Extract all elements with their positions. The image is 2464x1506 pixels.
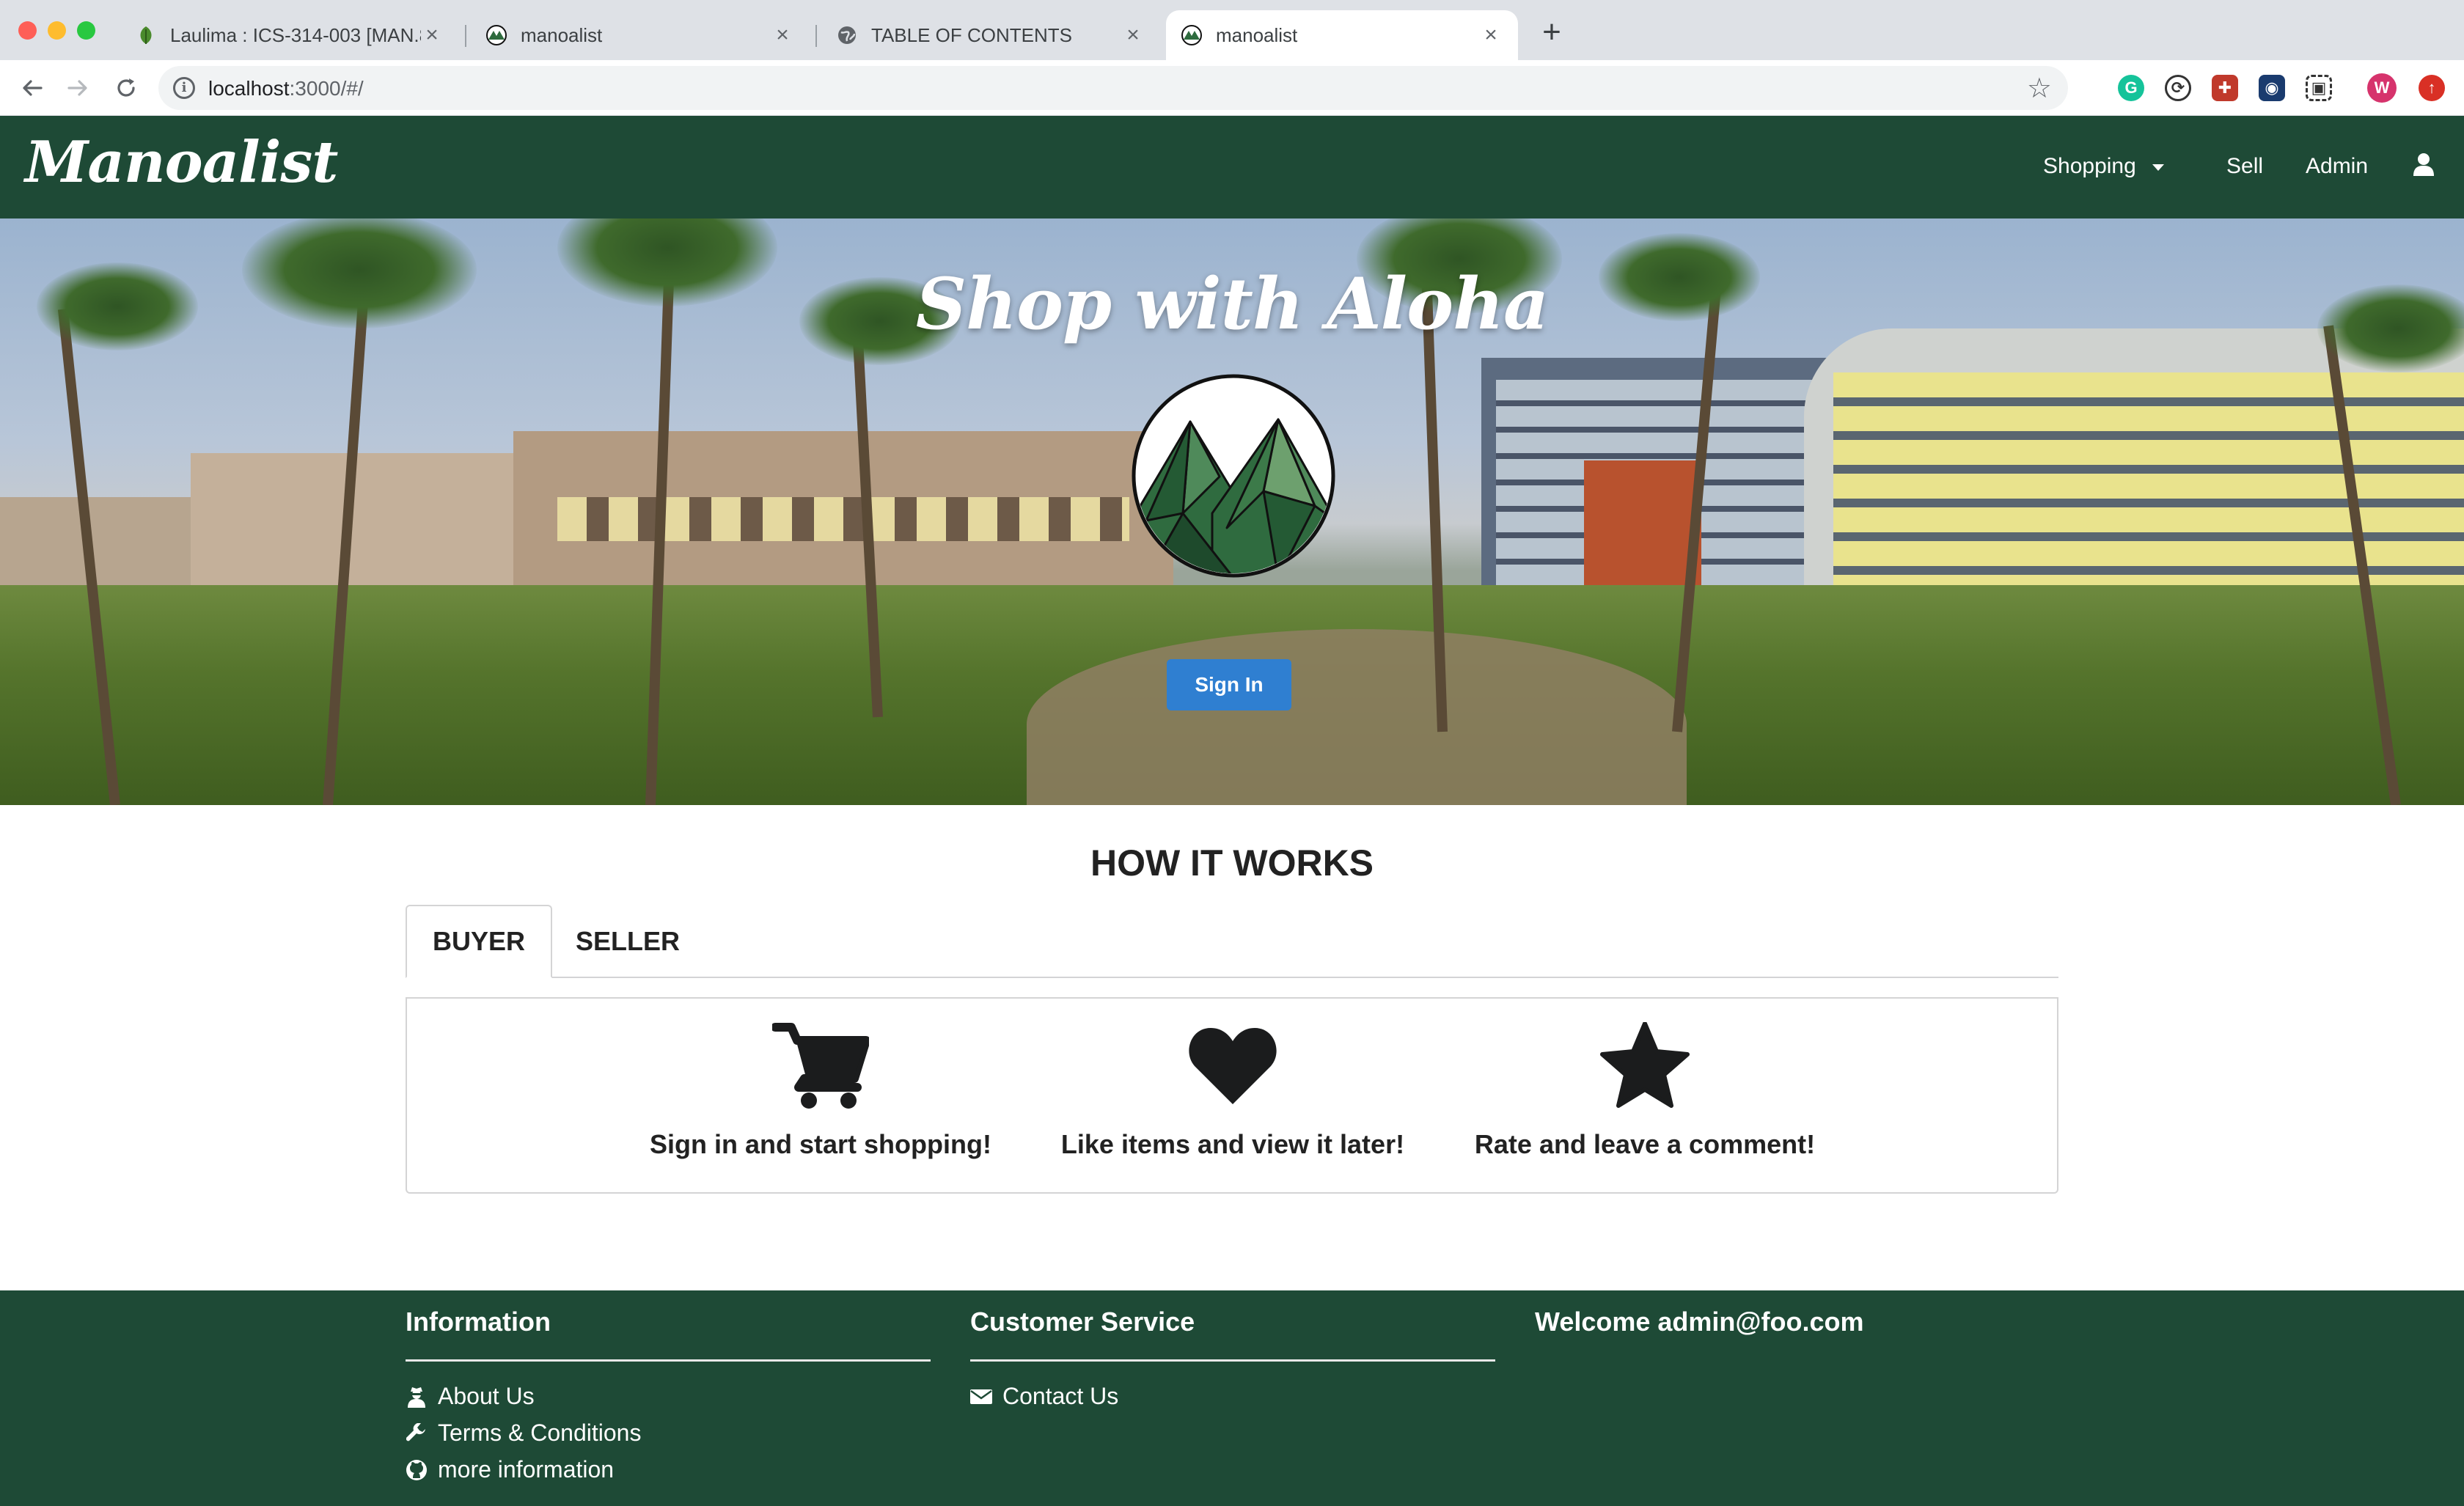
buyer-panel: Sign in and start shopping! Like items a… xyxy=(406,997,2058,1194)
info-icon[interactable]: i xyxy=(173,77,195,99)
tab-title: Laulima : ICS-314-003 [MAN.8 xyxy=(170,23,421,46)
wrench-icon xyxy=(406,1422,428,1444)
feature-label: Like items and view it later! xyxy=(1060,1129,1405,1159)
hero-windows xyxy=(1833,372,2464,607)
feature-like: Like items and view it later! xyxy=(1027,1018,1438,1160)
mountain-logo-icon xyxy=(1181,24,1203,46)
site-footer: Information About Us Terms & Conditions … xyxy=(0,1290,2464,1506)
footer-divider xyxy=(406,1359,931,1362)
new-tab-button[interactable]: + xyxy=(1536,16,1568,50)
footer-link-label: About Us xyxy=(438,1383,535,1409)
feature-label: Sign in and start shopping! xyxy=(650,1129,991,1159)
profile-avatar[interactable]: W xyxy=(2367,73,2397,103)
close-icon[interactable]: × xyxy=(1480,23,1502,48)
footer-divider xyxy=(970,1359,1495,1362)
footer-about-us-link[interactable]: About Us xyxy=(406,1383,535,1410)
tab-seller[interactable]: SELLER xyxy=(565,905,691,978)
how-it-works-title: HOW IT WORKS xyxy=(1090,842,1374,884)
nav-admin[interactable]: Admin xyxy=(2306,154,2368,179)
close-icon[interactable]: × xyxy=(421,23,443,48)
footer-more-information-link[interactable]: more information xyxy=(406,1456,614,1483)
feature-label: Rate and leave a comment! xyxy=(1474,1129,1816,1159)
user-icon[interactable] xyxy=(2413,153,2435,182)
footer-link-label: more information xyxy=(438,1456,615,1483)
tab-buyer[interactable]: BUYER xyxy=(406,905,552,978)
footer-welcome-text: Welcome admin@foo.com xyxy=(1535,1307,1864,1337)
address-bar[interactable]: i localhost:3000/#/ ☆ xyxy=(158,66,2068,110)
footer-terms-link[interactable]: Terms & Conditions xyxy=(406,1419,641,1447)
site-navbar: Manoalist Shopping Sell Admin xyxy=(0,116,2464,218)
footer-contact-us-link[interactable]: Contact Us xyxy=(970,1383,1118,1410)
browser-tab-manoalist-active[interactable]: manoalist × xyxy=(1166,10,1518,60)
browser-tab-laulima[interactable]: Laulima : ICS-314-003 [MAN.8 × xyxy=(120,10,459,60)
back-button[interactable] xyxy=(15,70,50,106)
hero-banner: Shop with Aloha Sign In xyxy=(0,218,2464,805)
reload-icon xyxy=(117,78,135,97)
grammarly-icon[interactable]: G xyxy=(2118,75,2144,101)
tab-title: manoalist xyxy=(521,23,603,46)
heart-icon xyxy=(1027,1018,1438,1113)
caret-down-icon xyxy=(2152,164,2164,171)
star-icon xyxy=(1440,1018,1850,1113)
hero-windows xyxy=(557,497,1129,541)
brand-logo[interactable]: Manoalist xyxy=(25,129,338,196)
tab-separator xyxy=(815,25,817,47)
bookmark-star-icon[interactable]: ☆ xyxy=(2027,72,2052,105)
nav-shopping-dropdown[interactable]: Shopping xyxy=(2043,154,2164,179)
close-window-button[interactable] xyxy=(18,21,37,40)
nav-sell[interactable]: Sell xyxy=(2226,154,2263,179)
url-text: localhost:3000/#/ xyxy=(208,77,364,100)
scan-icon[interactable]: ▣ xyxy=(2306,75,2332,101)
arrow-left-icon xyxy=(23,80,43,96)
hero-building xyxy=(0,497,205,600)
globe-icon xyxy=(836,24,858,46)
browser-toolbar: i localhost:3000/#/ ☆ G ⟳ ✚ ◉ ▣ W ↑ xyxy=(0,60,2464,116)
browser-tab-table-of-contents[interactable]: TABLE OF CONTENTS × xyxy=(821,10,1160,60)
reload-button[interactable] xyxy=(109,70,144,106)
sync-icon[interactable]: ⟳ xyxy=(2165,75,2191,101)
arrow-right-icon xyxy=(67,80,87,96)
zoom-window-button[interactable] xyxy=(77,21,95,40)
footer-information-heading: Information xyxy=(406,1307,551,1337)
camera-icon[interactable]: ◉ xyxy=(2259,75,2285,101)
mountain-logo-icon xyxy=(1132,374,1335,578)
puzzle-icon[interactable]: ✚ xyxy=(2212,75,2238,101)
hero-title: Shop with Aloha xyxy=(915,262,1549,345)
tab-separator xyxy=(465,25,466,47)
update-icon[interactable]: ↑ xyxy=(2419,75,2445,101)
tab-title: manoalist xyxy=(1216,23,1298,46)
forward-button[interactable] xyxy=(60,70,95,106)
footer-customer-service-heading: Customer Service xyxy=(970,1307,1195,1337)
tab-title: TABLE OF CONTENTS xyxy=(871,23,1072,46)
user-secret-icon xyxy=(406,1386,428,1408)
minimize-window-button[interactable] xyxy=(48,21,66,40)
browser-tab-manoalist[interactable]: manoalist × xyxy=(471,10,810,60)
footer-link-label: Terms & Conditions xyxy=(438,1419,642,1446)
feature-rate: Rate and leave a comment! xyxy=(1440,1018,1850,1160)
shopping-cart-icon xyxy=(615,1018,1026,1113)
github-icon xyxy=(406,1459,428,1481)
browser-tab-strip: Laulima : ICS-314-003 [MAN.8 × manoalist… xyxy=(0,0,2464,60)
feature-shopping: Sign in and start shopping! xyxy=(615,1018,1026,1160)
close-icon[interactable]: × xyxy=(1122,23,1144,48)
envelope-icon xyxy=(970,1386,992,1408)
leaf-icon xyxy=(135,24,157,46)
nav-shopping-label: Shopping xyxy=(2043,154,2136,178)
footer-link-label: Contact Us xyxy=(1002,1383,1119,1409)
close-icon[interactable]: × xyxy=(771,23,793,48)
mountain-logo-icon xyxy=(485,24,507,46)
hero-sign-in-button[interactable]: Sign In xyxy=(1167,659,1291,710)
